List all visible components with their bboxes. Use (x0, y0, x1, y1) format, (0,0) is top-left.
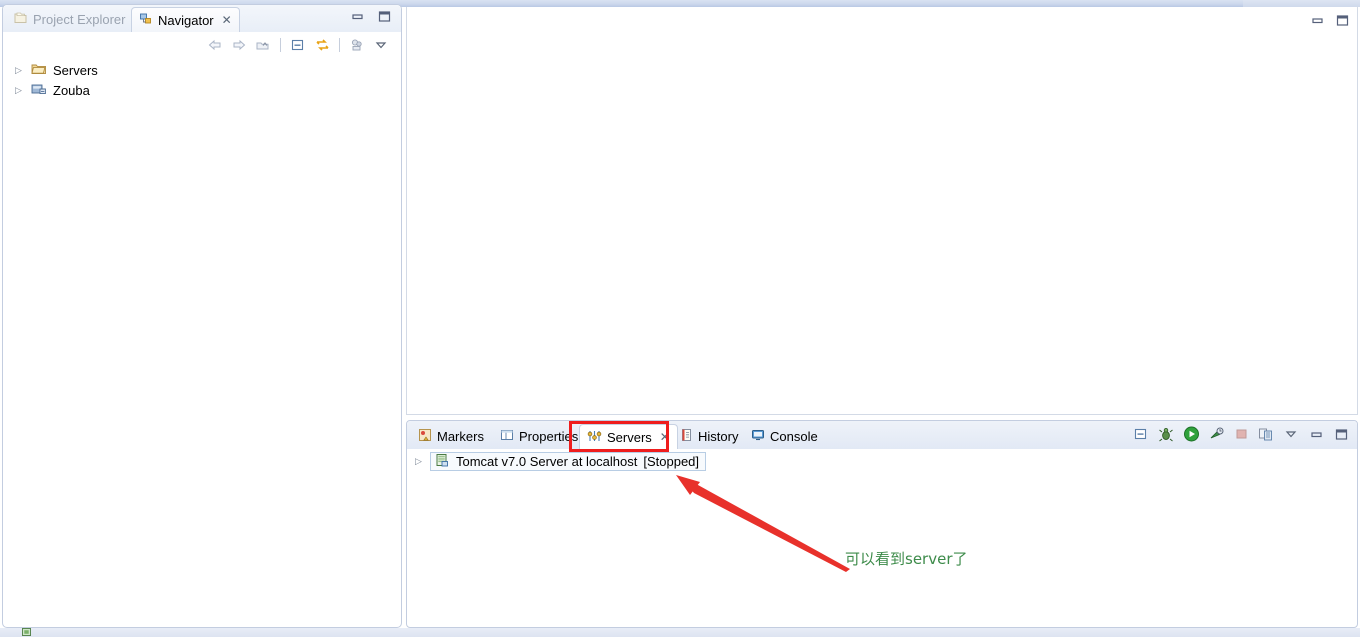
tab-label: History (698, 429, 739, 444)
editor-area[interactable] (406, 7, 1358, 415)
servers-view-toolbar (1131, 425, 1351, 443)
up-icon[interactable] (253, 36, 273, 54)
minimize-icon[interactable] (1311, 14, 1324, 30)
debug-icon[interactable] (1156, 425, 1176, 443)
tab-servers[interactable]: Servers ✕ (579, 424, 678, 449)
tree-item-servers[interactable]: ▷ Servers (3, 60, 401, 80)
project-icon (31, 82, 47, 99)
tab-navigator[interactable]: Navigator ✕ (131, 7, 240, 32)
project-explorer-icon (14, 11, 28, 28)
maximize-icon[interactable] (1336, 14, 1349, 30)
toolbar-separator (280, 38, 281, 52)
expand-arrow-icon[interactable]: ▷ (15, 65, 25, 75)
view-filter-icon[interactable] (347, 36, 367, 54)
view-menu-icon[interactable] (1281, 425, 1301, 443)
maximize-icon[interactable] (378, 10, 391, 26)
tree-item-zouba[interactable]: ▷ Zouba (3, 80, 401, 100)
minimize-icon[interactable] (1306, 425, 1326, 443)
tab-markers[interactable]: Markers (411, 424, 491, 449)
profile-icon[interactable] (1206, 425, 1226, 443)
view-menu-icon[interactable] (371, 36, 391, 54)
folder-icon (31, 62, 47, 79)
navigator-tab-bar: Project Explorer Navigator ✕ (3, 5, 401, 32)
maximize-icon[interactable] (1331, 425, 1351, 443)
servers-tab-bar: Markers Properties Servers ✕ History Con… (407, 421, 1357, 449)
tab-label: Markers (437, 429, 484, 444)
back-icon[interactable] (205, 36, 225, 54)
tab-history[interactable]: History (673, 424, 745, 449)
tree-item-label: Servers (53, 62, 98, 78)
expand-arrow-icon[interactable]: ▷ (15, 85, 25, 95)
servers-view-stack: Markers Properties Servers ✕ History Con… (406, 420, 1358, 628)
server-name: Tomcat v7.0 Server at localhost (456, 454, 638, 469)
collapse-all-icon[interactable] (1131, 425, 1151, 443)
servers-icon (587, 429, 602, 446)
markers-icon (418, 428, 432, 445)
editor-window-controls (1311, 14, 1349, 30)
tab-label: Servers (607, 429, 652, 445)
navigator-view-stack: Project Explorer Navigator ✕ ▷ Servers ▷… (2, 4, 402, 628)
tab-label: Navigator (158, 12, 214, 28)
status-indicator-icon (22, 628, 31, 636)
server-entry[interactable]: Tomcat v7.0 Server at localhost [Stopped… (430, 452, 707, 471)
close-icon[interactable]: ✕ (222, 14, 232, 26)
history-icon (680, 428, 693, 445)
start-icon[interactable] (1181, 425, 1201, 443)
publish-icon[interactable] (1256, 425, 1276, 443)
status-bar (0, 628, 1360, 637)
minimize-icon[interactable] (351, 10, 364, 26)
tab-project-explorer[interactable]: Project Explorer (7, 7, 132, 32)
server-list-row[interactable]: ▷ Tomcat v7.0 Server at localhost [Stopp… (415, 452, 707, 471)
stop-icon (1231, 425, 1251, 443)
close-icon[interactable]: ✕ (660, 431, 670, 443)
tab-properties[interactable]: Properties (493, 424, 585, 449)
link-with-editor-icon[interactable] (312, 36, 332, 54)
annotation-note: 可以看到server了 (845, 550, 968, 568)
expand-arrow-icon[interactable]: ▷ (415, 457, 425, 466)
tomcat-server-icon (435, 453, 450, 470)
toolbar-separator (339, 38, 340, 52)
server-state: [Stopped] (643, 454, 700, 469)
navigator-icon (139, 12, 153, 29)
tab-console[interactable]: Console (744, 424, 825, 449)
tree-item-label: Zouba (53, 82, 90, 98)
collapse-all-icon[interactable] (288, 36, 308, 54)
console-icon (751, 428, 765, 445)
navigator-toolbar (3, 32, 401, 58)
navigator-tree: ▷ Servers ▷ Zouba (3, 60, 401, 100)
window-top-strip-right (1243, 0, 1360, 7)
tab-label: Properties (519, 429, 579, 444)
tab-label: Project Explorer (33, 12, 126, 27)
forward-icon[interactable] (229, 36, 249, 54)
tab-label: Console (770, 429, 818, 444)
properties-icon (500, 428, 514, 445)
